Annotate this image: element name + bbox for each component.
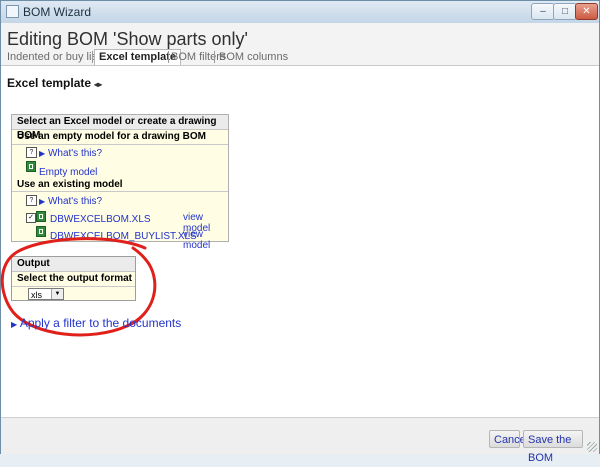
tab-separator — [92, 51, 93, 63]
cancel-button[interactable]: Cancel — [489, 430, 528, 448]
whats-this-link-2[interactable]: ▶ What's this? — [39, 196, 102, 207]
chevron-down-icon: ▼ — [51, 289, 63, 299]
output-format-heading: Select the output format — [12, 272, 135, 287]
wizard-header: Editing BOM 'Show parts only' Indented o… — [1, 23, 599, 65]
whats-this-label-1[interactable]: What's this? — [48, 148, 102, 159]
model-checkbox-dbwexcelbom[interactable]: ✓ — [26, 213, 36, 223]
model-link-dbwexcelbom[interactable]: DBWEXCELBOM.XLS — [50, 214, 151, 225]
model-link-dbwexcelbom-buylist[interactable]: DBWEXCELBOM_BUYLIST.XLS — [50, 231, 197, 242]
section-title-text: Excel template — [7, 76, 92, 90]
excel-file-icon — [26, 161, 36, 172]
close-button[interactable]: ✕ — [575, 3, 598, 20]
app-icon — [6, 5, 19, 18]
minimize-button[interactable]: – — [531, 3, 555, 20]
view-model-link-dbwexcelbom-buylist[interactable]: view model — [183, 229, 228, 251]
triangle-right-icon: ▶ — [11, 320, 18, 329]
existing-model-heading: Use an existing model — [12, 178, 228, 192]
output-panel: Output Select the output format xls ▼ — [11, 256, 136, 301]
section-title: Excel template ◂▸ — [7, 76, 102, 90]
expand-arrows-icon[interactable]: ◂▸ — [94, 80, 102, 89]
maximize-button[interactable]: □ — [553, 3, 577, 20]
apply-filter-link[interactable]: ▶ Apply a filter to the documents — [11, 316, 181, 330]
empty-model-heading: Use an empty model for a drawing BOM — [12, 130, 228, 145]
triangle-right-icon: ▶ — [39, 149, 46, 158]
resize-grip-icon[interactable] — [587, 442, 597, 452]
tab-bom-filters[interactable]: BOM filters — [171, 51, 225, 63]
excel-panel-heading: Select an Excel model or create a drawin… — [12, 115, 228, 141]
excel-file-icon — [36, 226, 46, 237]
save-bom-button[interactable]: Save the BOM — [523, 430, 583, 464]
wizard-content: Excel template ◂▸ Select an Excel model o… — [0, 65, 599, 418]
help-icon: ? — [26, 147, 37, 158]
triangle-right-icon: ▶ — [39, 197, 46, 206]
excel-model-panel: Select an Excel model or create a drawin… — [11, 114, 229, 251]
whats-this-link-1[interactable]: ▶ What's this? — [39, 148, 102, 159]
output-format-value: xls — [31, 290, 42, 300]
wizard-footer: Cancel Save the BOM — [1, 417, 599, 464]
title-bar[interactable]: BOM Wizard – □ ✕ — [1, 1, 599, 24]
whats-this-label-2[interactable]: What's this? — [48, 196, 102, 207]
empty-model-link[interactable]: Empty model — [39, 167, 97, 178]
bom-wizard-window: BOM Wizard – □ ✕ Editing BOM 'Show parts… — [0, 0, 600, 464]
output-heading: Output — [12, 257, 135, 272]
window-title: BOM Wizard — [23, 5, 92, 19]
tab-separator — [168, 51, 169, 63]
page-title: Editing BOM 'Show parts only' — [7, 29, 248, 49]
apply-filter-label[interactable]: Apply a filter to the documents — [20, 316, 181, 330]
tab-separator — [214, 51, 215, 63]
excel-file-icon — [36, 211, 46, 222]
output-format-select[interactable]: xls ▼ — [28, 288, 64, 300]
tab-bom-columns[interactable]: BOM columns — [219, 51, 288, 63]
help-icon: ? — [26, 195, 37, 206]
